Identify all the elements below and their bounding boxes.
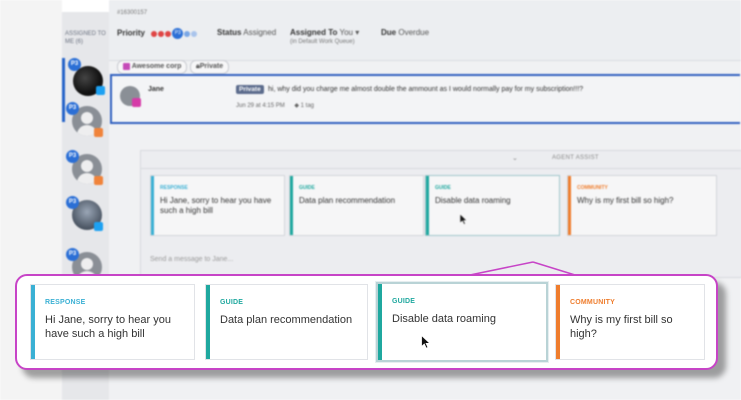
card-text: Why is my first bill so high?	[570, 314, 673, 340]
card-category: GUIDE	[392, 298, 416, 305]
card-text: Disable data roaming	[392, 313, 496, 325]
card-text: Hi Jane, sorry to hear you have such a h…	[45, 314, 171, 340]
card-category: GUIDE	[220, 299, 244, 306]
mouse-cursor-icon	[421, 335, 431, 349]
zoomed-suggestion-card[interactable]: COMMUNITY Why is my first bill so high?	[555, 284, 705, 360]
card-category: COMMUNITY	[570, 299, 615, 306]
card-accent	[556, 285, 560, 359]
card-category: RESPONSE	[45, 299, 86, 306]
card-accent	[31, 285, 35, 359]
zoomed-suggestion-card[interactable]: GUIDE Data plan recommendation	[205, 284, 368, 360]
card-accent	[206, 285, 210, 359]
card-text: Data plan recommendation	[220, 314, 353, 326]
zoomed-suggestion-card[interactable]: RESPONSE Hi Jane, sorry to hear you have…	[30, 284, 195, 360]
zoomed-suggestion-card-selected[interactable]: GUIDE Disable data roaming	[376, 282, 548, 362]
card-accent	[378, 284, 382, 360]
